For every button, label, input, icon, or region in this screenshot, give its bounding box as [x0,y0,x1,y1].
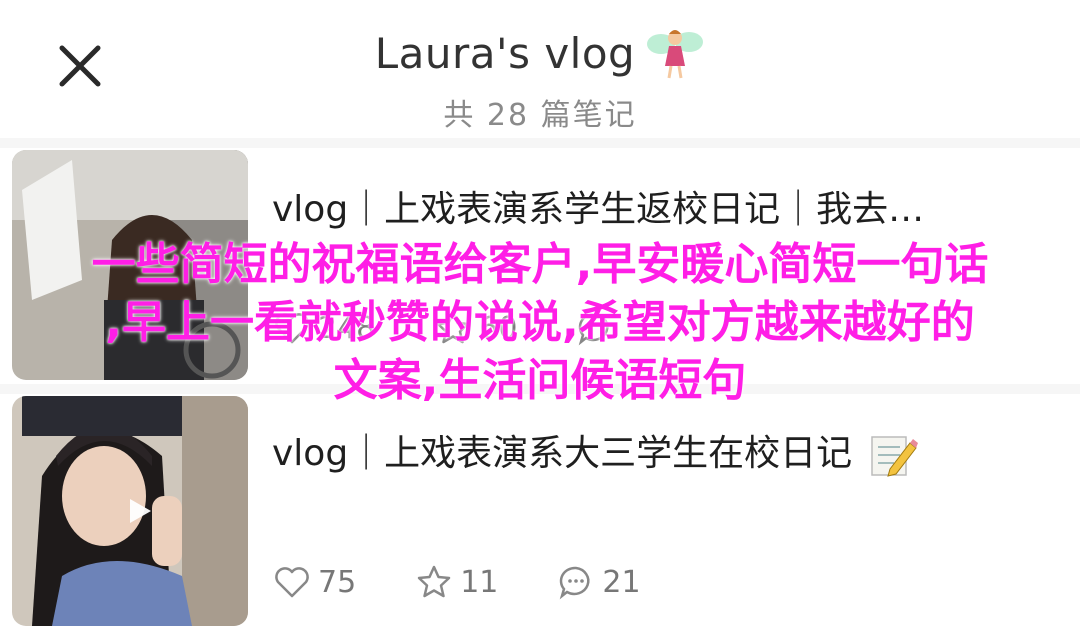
page-title-row: Laura's vlog [375,22,705,84]
play-icon[interactable] [124,496,154,526]
favorite-button[interactable]: 60 [433,308,517,348]
note-card[interactable]: vlog｜上戏表演系学生返校日记｜我去… 248 60 [0,148,1080,384]
note-thumbnail[interactable] [12,396,248,626]
comment-count: 21 [602,564,641,600]
note-card[interactable]: vlog｜上戏表演系大三学生在校日记 75 11 21 [0,394,1080,631]
page-title: Laura's vlog [374,28,636,78]
note-title: vlog｜上戏表演系大三学生在校日记 [272,433,853,474]
comment-icon [579,312,609,346]
memo-pencil-icon [870,436,918,477]
comment-button[interactable]: 21 [556,562,641,602]
header: Laura's vlog 共 28 篇笔记 [0,0,1080,138]
note-thumbnail[interactable] [12,150,248,380]
note-title-row[interactable]: vlog｜上戏表演系大三学生在校日记 [272,424,1062,477]
star-icon [417,565,451,598]
favorite-count: 11 [460,564,499,600]
heart-icon [275,567,309,598]
note-list[interactable]: vlog｜上戏表演系学生返校日记｜我去… 248 60 vlog｜上戏表演系大三… [0,138,1080,631]
title-block: Laura's vlog 共 28 篇笔记 [0,22,1080,134]
star-icon [437,311,470,344]
like-button[interactable]: 248 [272,308,375,348]
comment-icon [560,566,590,600]
comment-button[interactable] [575,308,621,348]
like-count: 248 [318,310,376,346]
favorite-count: 60 [479,310,518,346]
favorite-button[interactable]: 11 [414,562,498,602]
fairy-icon [647,30,704,79]
thumbnail-image [12,150,248,380]
note-stats: 75 11 21 [272,562,641,602]
heart-icon [275,313,309,344]
note-count: 共 28 篇笔记 [443,98,637,133]
like-count: 75 [318,564,357,600]
like-button[interactable]: 75 [272,562,356,602]
note-title[interactable]: vlog｜上戏表演系学生返校日记｜我去… [272,180,1062,232]
note-stats: 248 60 [272,308,621,348]
